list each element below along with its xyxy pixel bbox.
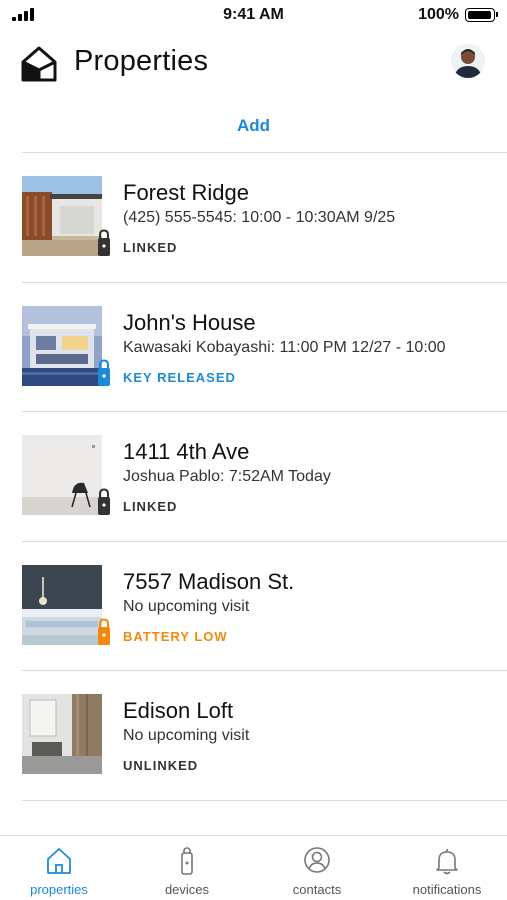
add-property-button[interactable]: Add	[0, 116, 507, 136]
property-detail: (425) 555-5545: 10:00 - 10:30AM 9/25	[123, 209, 396, 226]
tab-label: properties	[30, 882, 88, 897]
tab-contacts[interactable]: contacts	[254, 836, 380, 900]
user-avatar[interactable]	[451, 44, 485, 78]
property-detail: No upcoming visit	[123, 727, 250, 744]
status-bar: 9:41 AM 100%	[0, 0, 507, 30]
tab-notifications[interactable]: notifications	[384, 836, 507, 900]
header: Properties	[0, 36, 507, 92]
property-row[interactable]: Edison Loft No upcoming visit UNLINKED	[22, 671, 507, 801]
property-detail: Joshua Pablo: 7:52AM Today	[123, 468, 331, 485]
status-badge: LINKED	[123, 240, 178, 255]
lock-icon	[98, 358, 110, 386]
property-name: 7557 Madison St.	[123, 568, 295, 594]
status-badge: LINKED	[123, 499, 178, 514]
property-photo	[22, 305, 102, 386]
property-name: John's House	[123, 309, 256, 335]
status-badge: BATTERY LOW	[123, 628, 228, 644]
property-row[interactable]: Forest Ridge (425) 555-5545: 10:00 - 10:…	[22, 153, 507, 283]
property-name: 1411 4th Ave	[123, 439, 250, 464]
property-photo	[22, 694, 102, 774]
property-name: Forest Ridge	[123, 180, 249, 205]
lock-icon	[98, 229, 110, 256]
tab-bar: properties devices contacts notification…	[0, 835, 507, 900]
property-detail: Kawasaki Kobayashi: 11:00 PM 12/27 - 10:…	[123, 338, 446, 356]
property-row[interactable]: 7557 Madison St. No upcoming visit BATTE…	[22, 542, 507, 671]
property-photo	[22, 176, 102, 256]
tab-label: contacts	[292, 882, 342, 897]
battery-icon	[465, 8, 498, 22]
tab-devices[interactable]: devices	[124, 836, 250, 900]
house-logo-icon	[20, 44, 58, 84]
tab-properties[interactable]: properties	[0, 836, 122, 900]
contact-icon	[304, 847, 330, 873]
lock-icon	[98, 617, 110, 645]
property-detail: No upcoming visit	[123, 597, 250, 615]
property-photo	[22, 435, 102, 515]
bell-icon	[436, 849, 458, 875]
tab-label: notifications	[412, 882, 482, 897]
lock-device-icon	[181, 847, 193, 875]
home-icon	[47, 848, 71, 874]
property-row[interactable]: John's House Kawasaki Kobayashi: 11:00 P…	[22, 283, 507, 412]
status-badge: KEY RELEASED	[123, 369, 236, 385]
property-row[interactable]: 1411 4th Ave Joshua Pablo: 7:52AM Today …	[22, 412, 507, 542]
status-badge: UNLINKED	[123, 758, 199, 773]
battery-percent: 100%	[418, 6, 459, 23]
property-photo	[22, 564, 102, 645]
property-name: Edison Loft	[123, 698, 234, 723]
lock-icon	[98, 488, 110, 515]
page-title: Properties	[74, 45, 209, 77]
property-list: Forest Ridge (425) 555-5545: 10:00 - 10:…	[0, 153, 507, 801]
tab-label: devices	[164, 882, 210, 897]
